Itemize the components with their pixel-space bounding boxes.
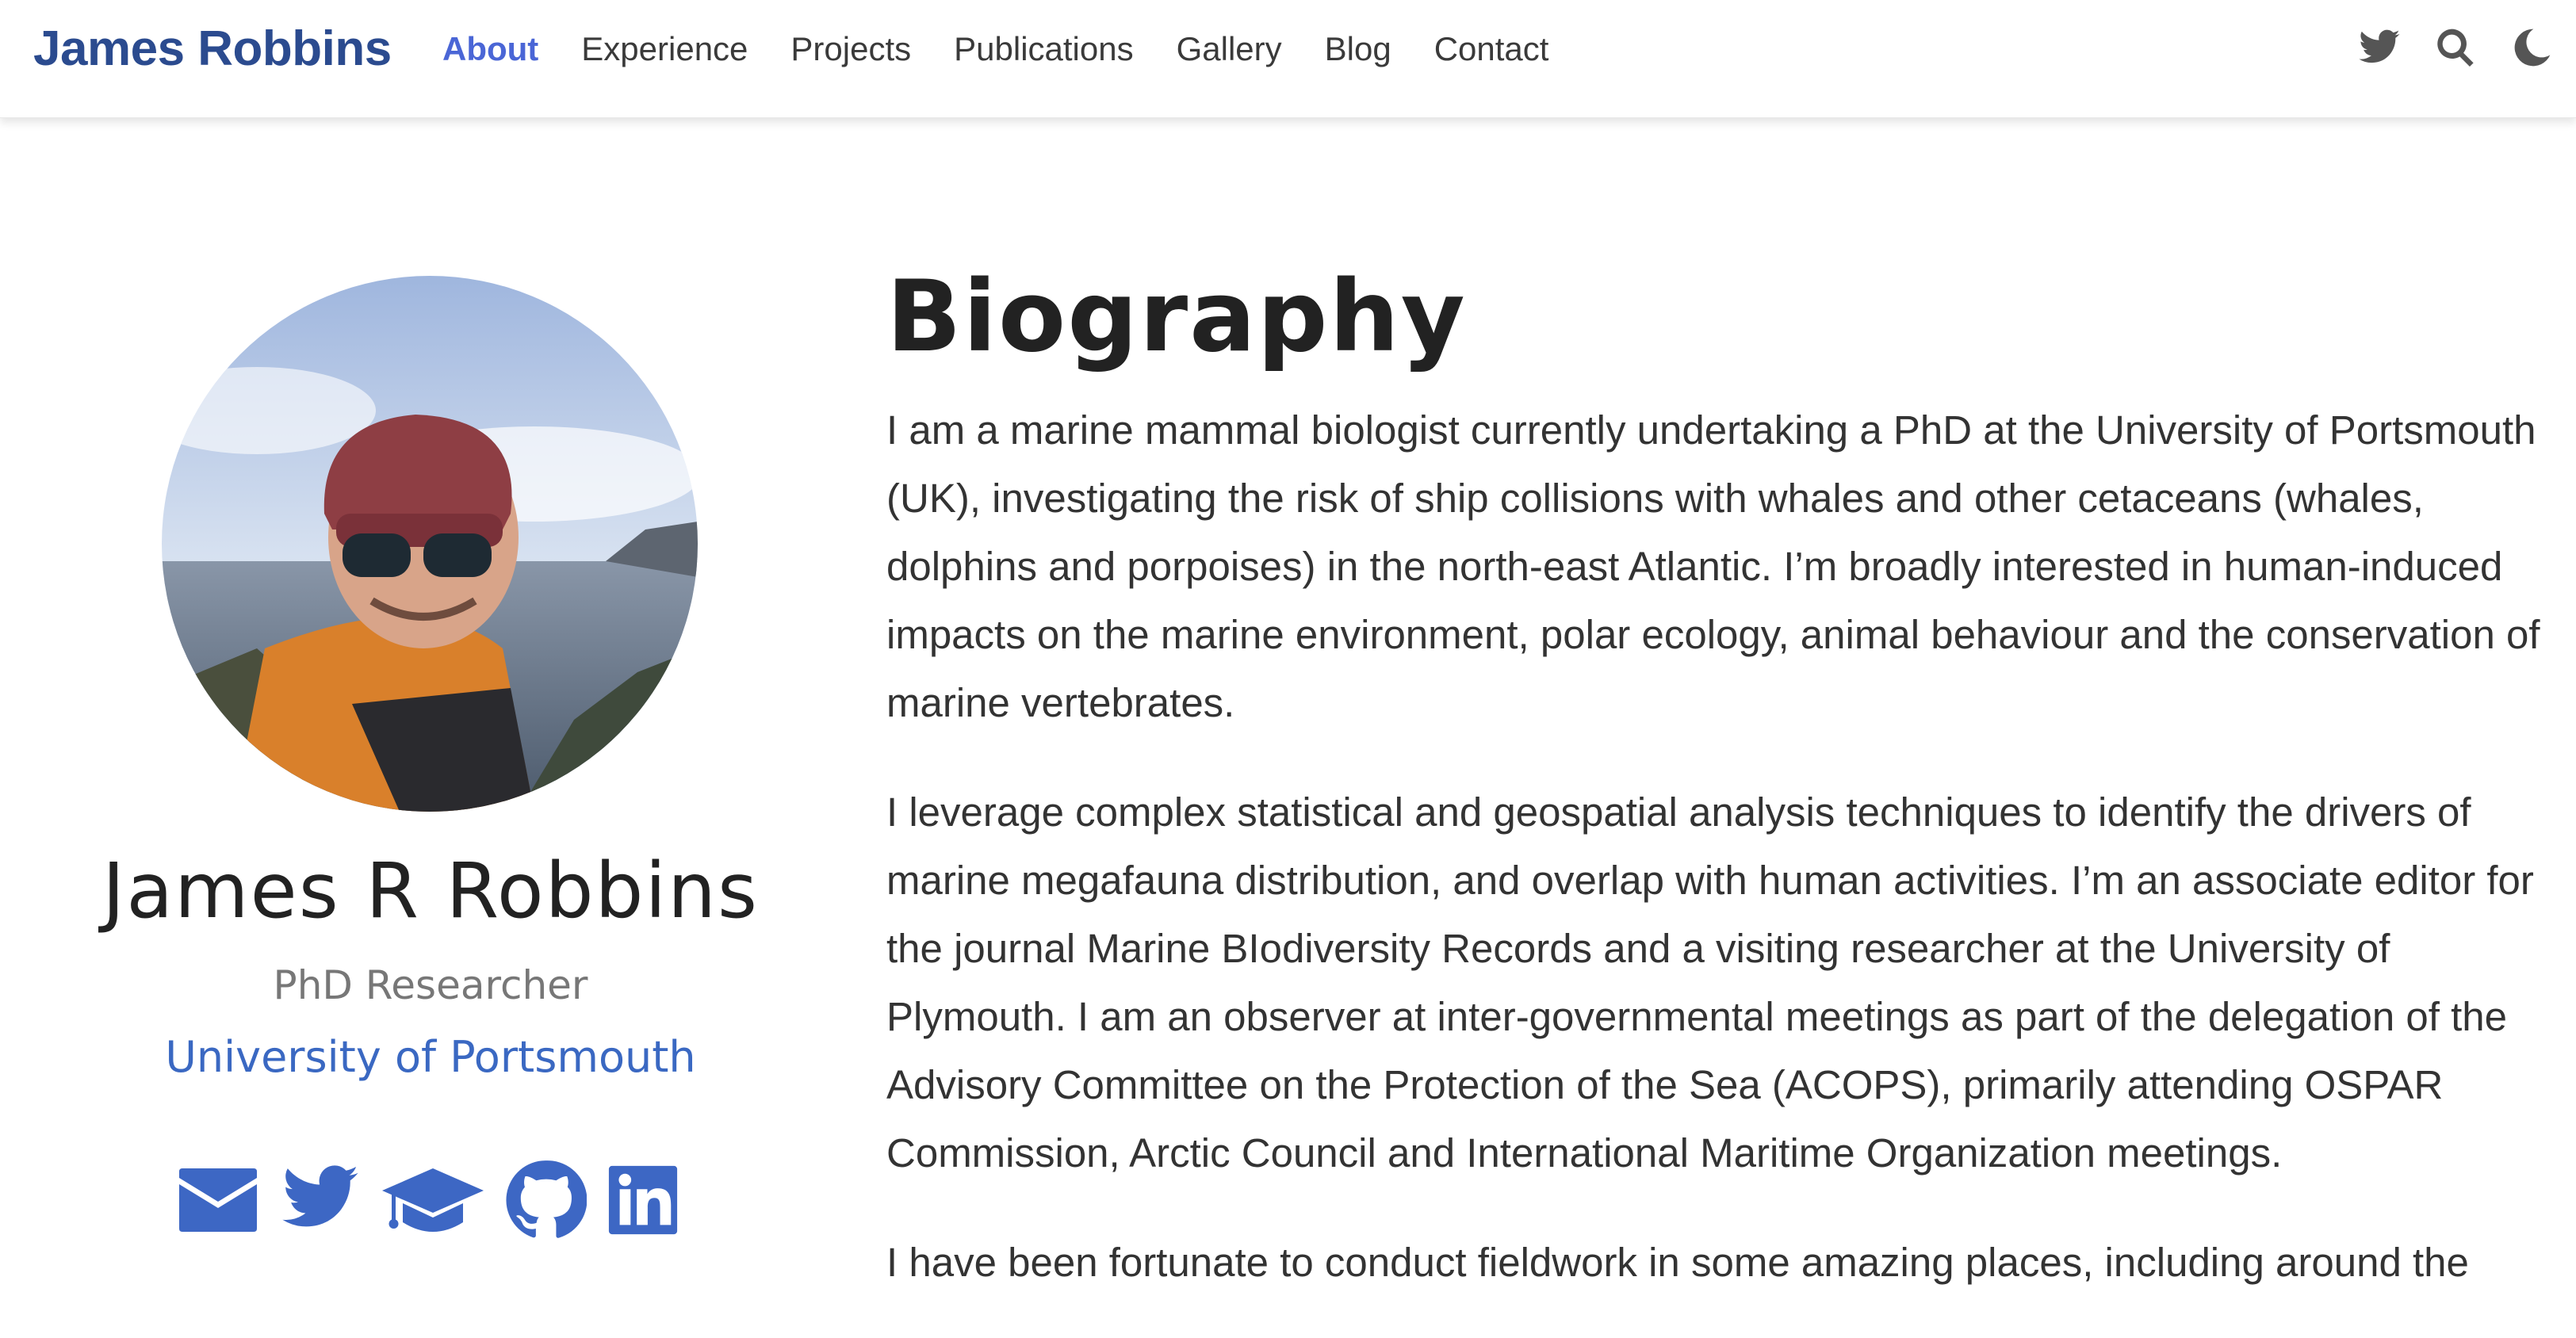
biography-paragraph: I leverage complex statistical and geosp…: [886, 789, 2534, 1176]
nav-icons: [2325, 25, 2554, 70]
graduation-cap-icon[interactable]: [381, 1165, 485, 1235]
nav-item-about[interactable]: About: [442, 25, 538, 73]
navbar: James Robbins About Experience Projects …: [0, 0, 2576, 118]
biography-paragraph: I have been fortunate to conduct fieldwo…: [886, 1240, 2469, 1285]
social-links: [176, 1159, 699, 1241]
github-icon[interactable]: [504, 1159, 587, 1241]
main-nav: About Experience Projects Publications G…: [442, 25, 1591, 73]
nav-item-gallery[interactable]: Gallery: [1177, 25, 1282, 73]
twitter-icon[interactable]: [2357, 25, 2402, 70]
site-brand[interactable]: James Robbins: [33, 19, 392, 79]
nav-item-contact[interactable]: Contact: [1434, 25, 1549, 73]
nav-item-experience[interactable]: Experience: [581, 25, 748, 73]
nav-item-publications[interactable]: Publications: [954, 25, 1133, 73]
linkedin-icon[interactable]: [606, 1163, 680, 1237]
avatar: [162, 276, 698, 812]
profile-organization[interactable]: University of Portsmouth: [0, 1032, 861, 1082]
profile-role: PhD Researcher: [273, 962, 588, 1008]
biography-title: Biography: [886, 260, 1467, 374]
moon-icon[interactable]: [2509, 25, 2554, 70]
search-icon[interactable]: [2433, 25, 2478, 70]
biography-section: Biography I am a marine mammal biologist…: [886, 262, 2551, 1338]
nav-item-blog[interactable]: Blog: [1325, 25, 1391, 73]
biography-paragraph: I am a marine mammal biologist currently…: [886, 407, 2540, 725]
twitter-icon[interactable]: [279, 1164, 362, 1237]
nav-item-projects[interactable]: Projects: [790, 25, 911, 73]
envelope-icon[interactable]: [176, 1167, 260, 1233]
profile-name: James R Robbins: [102, 847, 759, 935]
